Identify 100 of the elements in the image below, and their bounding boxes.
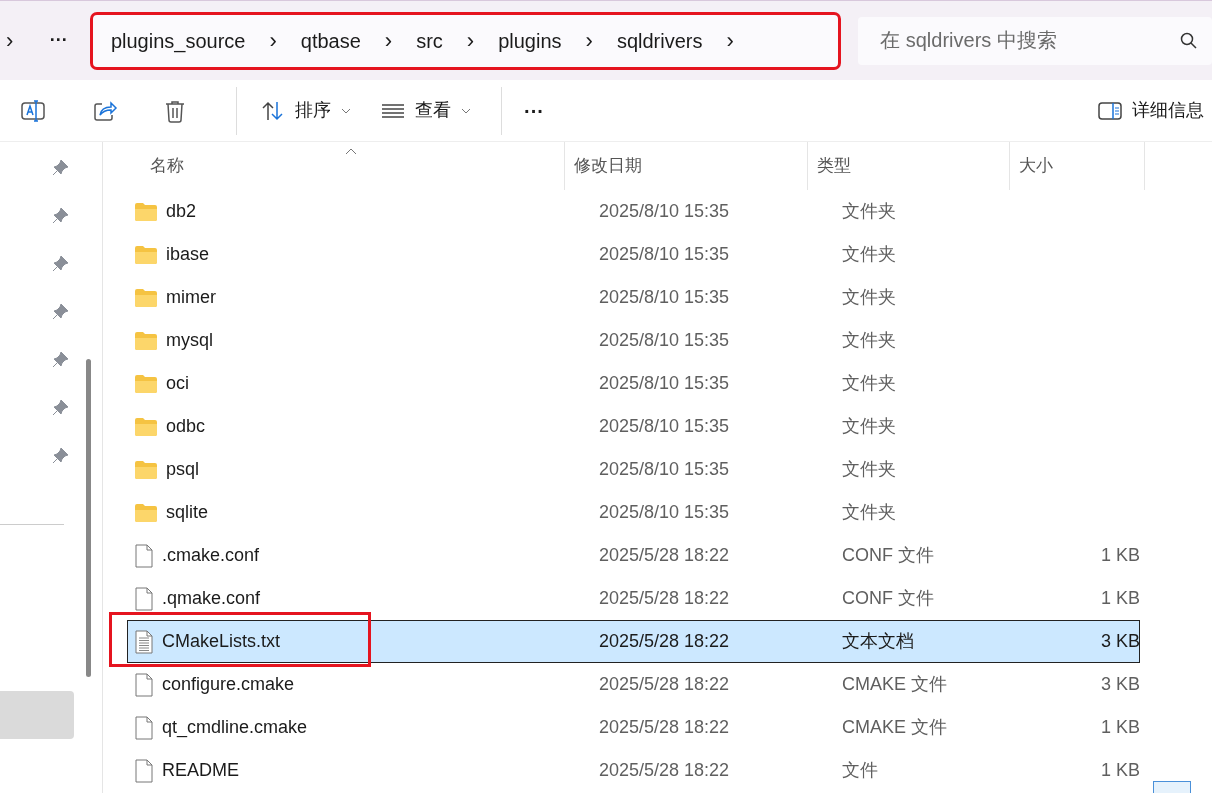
file-type: 文件夹: [841, 372, 897, 395]
pin-icon[interactable]: [52, 398, 70, 416]
file-type: CMAKE 文件: [841, 716, 948, 739]
column-header[interactable]: 类型: [817, 153, 851, 179]
file-row[interactable]: README 2025/5/28 18:22 文件 1 KB: [127, 749, 1140, 792]
breadcrumb[interactable]: sqldrivers: [616, 25, 703, 56]
file-type: 文件: [841, 759, 879, 782]
file-row[interactable]: mimer 2025/8/10 15:35 文件夹: [127, 276, 1140, 319]
scrollbar-thumb[interactable]: [86, 359, 91, 677]
modified-date: 2025/5/28 18:22: [598, 587, 731, 610]
file-name: qt_cmdline.cmake: [162, 716, 308, 740]
column-header[interactable]: 名称: [150, 153, 184, 179]
more-path-button[interactable]: ···: [49, 27, 93, 54]
share-icon[interactable]: [92, 98, 118, 123]
search-icon: [1180, 31, 1198, 50]
modified-date: 2025/8/10 15:35: [598, 243, 731, 266]
caret-icon: [461, 107, 471, 114]
rename-icon[interactable]: [20, 97, 46, 124]
pin-icon[interactable]: [52, 206, 70, 224]
search-field[interactable]: 在 sqldrivers 中搜索: [858, 16, 1212, 65]
modified-date: 2025/8/10 15:35: [598, 286, 731, 309]
file-row[interactable]: sqlite 2025/8/10 15:35 文件夹: [127, 491, 1140, 534]
file-name: db2: [166, 200, 197, 223]
file-icon: [134, 715, 154, 740]
pin-icon[interactable]: [52, 158, 70, 176]
file-row[interactable]: odbc 2025/8/10 15:35 文件夹: [127, 405, 1140, 448]
modified-date: 2025/8/10 15:35: [598, 501, 731, 524]
file-name: psql: [166, 458, 200, 481]
sort-icon: [261, 99, 285, 122]
file-name: configure.cmake: [162, 673, 295, 696]
file-size: 3 KB: [1099, 673, 1141, 696]
file-type: CMAKE 文件: [841, 673, 948, 696]
modified-date: 2025/8/10 15:35: [598, 329, 731, 352]
folder-icon: [134, 459, 158, 480]
file-row[interactable]: oci 2025/8/10 15:35 文件夹: [127, 362, 1140, 405]
file-size: 1 KB: [1099, 759, 1141, 782]
modified-date: 2025/5/28 18:22: [598, 759, 731, 782]
modified-date: 2025/5/28 18:22: [598, 716, 731, 739]
breadcrumb[interactable]: plugins: [498, 25, 562, 56]
address-bar[interactable]: plugins_source › qtbase › src › plugins › sqldrivers ›: [92, 14, 839, 67]
file-row[interactable]: configure.cmake 2025/5/28 18:22 CMAKE 文件 3 KB: [127, 663, 1140, 706]
sort-ascending-icon: [345, 148, 357, 155]
modified-date: 2025/8/10 15:35: [598, 415, 731, 438]
file-row[interactable]: .qmake.conf 2025/5/28 18:22 CONF 文件 1 KB: [127, 577, 1140, 620]
list-view-icon: [381, 102, 405, 119]
file-type: 文件夹: [841, 200, 897, 223]
file-type: 文件夹: [841, 243, 897, 266]
file-type: 文件夹: [841, 329, 897, 352]
caret-icon: [341, 107, 351, 114]
file-type: CONF 文件: [841, 587, 935, 610]
folder-icon: [134, 502, 158, 523]
pin-icon[interactable]: [52, 254, 70, 272]
modified-date: 2025/8/10 15:35: [598, 372, 731, 395]
file-name: .cmake.conf: [162, 544, 260, 567]
file-name: ibase: [166, 243, 210, 266]
expand-path-button[interactable]: ›: [0, 24, 26, 57]
pin-icon[interactable]: [52, 302, 70, 320]
file-row[interactable]: CMakeLists.txt 2025/5/28 18:22 文本文档 3 KB: [127, 620, 1140, 663]
modified-date: 2025/5/28 18:22: [598, 630, 731, 653]
folder-icon: [134, 201, 158, 222]
chevron-icon: ›: [585, 24, 593, 57]
file-name: mimer: [166, 286, 216, 309]
file-size: 3 KB: [1099, 630, 1141, 653]
pin-icon[interactable]: [52, 350, 70, 368]
file-row[interactable]: psql 2025/8/10 15:35 文件夹: [127, 448, 1140, 491]
modified-date: 2025/5/28 18:22: [598, 673, 731, 696]
more-options-button[interactable]: ···: [524, 95, 544, 126]
file-icon: [134, 672, 154, 697]
file-size: 1 KB: [1099, 716, 1141, 739]
file-row[interactable]: mysql 2025/8/10 15:35 文件夹: [127, 319, 1140, 362]
folder-icon: [134, 373, 158, 394]
view-button[interactable]: 查看: [381, 97, 471, 124]
breadcrumb[interactable]: src: [416, 25, 443, 56]
file-type: 文件夹: [841, 501, 897, 524]
folder-icon: [134, 416, 158, 437]
file-name: mysql: [166, 329, 213, 352]
breadcrumb[interactable]: qtbase: [300, 25, 361, 56]
file-row[interactable]: db2 2025/8/10 15:35 文件夹: [127, 190, 1140, 233]
column-header[interactable]: 大小: [1019, 153, 1053, 179]
file-icon: [134, 586, 154, 611]
sort-button[interactable]: 排序: [261, 97, 351, 124]
file-row[interactable]: qt_cmdline.cmake 2025/5/28 18:22 CMAKE 文件 1 KB: [127, 706, 1140, 749]
file-type: 文件夹: [841, 415, 897, 438]
file-size: 1 KB: [1099, 544, 1141, 567]
breadcrumb[interactable]: plugins_source: [110, 25, 246, 56]
modified-date: 2025/8/10 15:35: [598, 458, 731, 481]
file-name: oci: [166, 372, 189, 395]
chevron-icon: ›: [466, 24, 475, 57]
pin-icon[interactable]: [52, 446, 70, 464]
file-row[interactable]: .cmake.conf 2025/5/28 18:22 CONF 文件 1 KB: [127, 534, 1140, 577]
column-header[interactable]: 修改日期: [574, 153, 642, 179]
file-type: 文件夹: [841, 286, 897, 309]
folder-icon: [134, 244, 158, 265]
file-row[interactable]: ibase 2025/8/10 15:35 文件夹: [127, 233, 1140, 276]
details-pane-icon: [1098, 101, 1122, 120]
file-type: CONF 文件: [841, 544, 935, 567]
file-icon: [134, 543, 154, 568]
details-button[interactable]: 详细信息: [1098, 97, 1204, 124]
text-document-icon: [134, 629, 154, 654]
trash-icon[interactable]: [164, 98, 186, 123]
